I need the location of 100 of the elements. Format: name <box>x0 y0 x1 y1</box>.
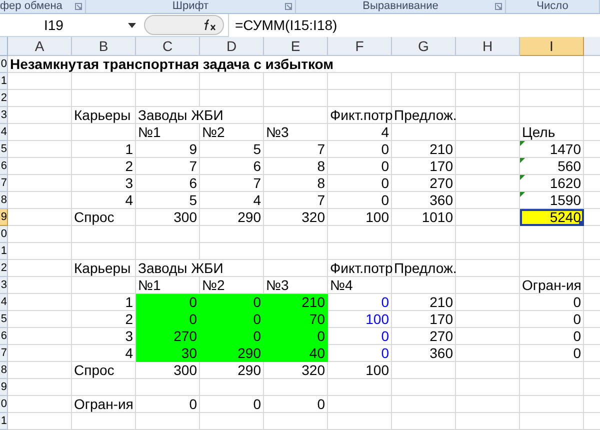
empty-cell[interactable] <box>520 413 584 430</box>
insert-function-icon[interactable] <box>203 19 217 31</box>
empty-cell[interactable] <box>200 226 264 243</box>
empty-cell[interactable] <box>392 413 456 430</box>
row-header[interactable]: 8 <box>0 362 8 379</box>
row-header[interactable]: 0 <box>0 396 8 413</box>
empty-cell[interactable] <box>456 396 520 413</box>
empty-cell[interactable] <box>264 413 328 430</box>
row-header[interactable]: 6 <box>0 328 8 345</box>
row-header[interactable]: 2 <box>0 90 8 107</box>
empty-cell[interactable] <box>456 260 520 277</box>
empty-cell[interactable] <box>456 277 520 294</box>
empty-cell[interactable] <box>200 379 264 396</box>
empty-cell[interactable] <box>456 73 520 90</box>
empty-cell[interactable] <box>136 73 200 90</box>
empty-cell[interactable] <box>520 107 584 124</box>
empty-cell[interactable] <box>456 294 520 311</box>
empty-cell[interactable] <box>136 90 200 107</box>
column-header[interactable]: F <box>328 37 392 56</box>
empty-cell[interactable] <box>456 328 520 345</box>
empty-cell[interactable] <box>328 90 392 107</box>
column-header[interactable]: E <box>264 37 328 56</box>
empty-cell[interactable] <box>520 243 584 260</box>
empty-cell[interactable] <box>392 226 456 243</box>
empty-cell[interactable] <box>264 260 328 277</box>
empty-cell[interactable] <box>456 311 520 328</box>
selected-cell[interactable]: 5240 <box>520 209 584 226</box>
column-header[interactable]: D <box>200 37 264 56</box>
empty-cell[interactable] <box>456 107 520 124</box>
empty-cell[interactable] <box>200 90 264 107</box>
empty-cell[interactable] <box>392 396 456 413</box>
row-header[interactable]: 1 <box>0 243 8 260</box>
empty-cell[interactable] <box>72 379 136 396</box>
empty-cell[interactable] <box>136 379 200 396</box>
empty-cell[interactable] <box>328 379 392 396</box>
empty-cell[interactable] <box>264 379 328 396</box>
empty-cell[interactable] <box>200 413 264 430</box>
empty-cell[interactable] <box>200 243 264 260</box>
empty-cell[interactable] <box>456 141 520 158</box>
empty-cell[interactable] <box>328 396 392 413</box>
empty-cell[interactable] <box>456 124 520 141</box>
column-header[interactable]: A <box>8 37 72 56</box>
empty-cell[interactable] <box>136 226 200 243</box>
row-header[interactable]: 2 <box>0 260 8 277</box>
empty-cell[interactable] <box>392 243 456 260</box>
empty-cell[interactable] <box>456 413 520 430</box>
empty-cell[interactable] <box>328 226 392 243</box>
empty-cell[interactable] <box>456 158 520 175</box>
error-indicator-icon[interactable] <box>520 141 525 146</box>
empty-cell[interactable] <box>264 226 328 243</box>
empty-cell[interactable] <box>520 226 584 243</box>
fill-handle[interactable] <box>579 221 583 225</box>
column-header[interactable]: B <box>72 37 136 56</box>
empty-cell[interactable] <box>264 243 328 260</box>
row-header[interactable]: 3 <box>0 107 8 124</box>
row-header[interactable]: 9 <box>0 209 8 226</box>
column-header[interactable]: G <box>392 37 456 56</box>
row-header[interactable]: 4 <box>0 124 8 141</box>
empty-cell[interactable] <box>72 413 136 430</box>
empty-cell[interactable] <box>136 243 200 260</box>
error-indicator-icon[interactable] <box>520 158 525 163</box>
empty-cell[interactable] <box>392 73 456 90</box>
row-header[interactable]: 1 <box>0 413 8 430</box>
error-indicator-icon[interactable] <box>520 175 525 180</box>
empty-cell[interactable] <box>72 277 136 294</box>
select-all-corner[interactable] <box>0 37 8 56</box>
empty-cell[interactable] <box>392 362 456 379</box>
empty-cell[interactable] <box>328 413 392 430</box>
empty-cell[interactable] <box>200 73 264 90</box>
column-header[interactable] <box>584 37 600 56</box>
row-header[interactable]: 5 <box>0 311 8 328</box>
empty-cell[interactable] <box>520 396 584 413</box>
empty-cell[interactable] <box>520 73 584 90</box>
empty-cell[interactable] <box>520 362 584 379</box>
empty-cell[interactable] <box>520 260 584 277</box>
empty-cell[interactable] <box>456 379 520 396</box>
empty-cell[interactable] <box>392 379 456 396</box>
empty-cell[interactable] <box>456 226 520 243</box>
empty-cell[interactable] <box>264 73 328 90</box>
empty-cell[interactable] <box>72 124 136 141</box>
empty-cell[interactable] <box>456 175 520 192</box>
empty-cell[interactable] <box>456 362 520 379</box>
empty-cell[interactable] <box>456 243 520 260</box>
row-header[interactable]: 8 <box>0 192 8 209</box>
row-header[interactable]: 7 <box>0 345 8 362</box>
empty-cell[interactable] <box>520 379 584 396</box>
empty-cell[interactable] <box>136 413 200 430</box>
dialog-launcher-icon[interactable] <box>495 3 502 10</box>
row-header[interactable]: 4 <box>0 294 8 311</box>
error-indicator-icon[interactable] <box>520 192 525 197</box>
empty-cell[interactable] <box>72 243 136 260</box>
row-header[interactable]: 3 <box>0 277 8 294</box>
dialog-launcher-icon[interactable] <box>75 3 82 10</box>
empty-cell[interactable] <box>392 277 456 294</box>
column-header[interactable]: I <box>520 37 584 56</box>
row-header[interactable]: 7 <box>0 175 8 192</box>
empty-cell[interactable] <box>72 73 136 90</box>
formula-field[interactable]: =СУММ(I15:I18) <box>228 14 600 36</box>
empty-cell[interactable] <box>456 192 520 209</box>
empty-cell[interactable] <box>264 107 328 124</box>
